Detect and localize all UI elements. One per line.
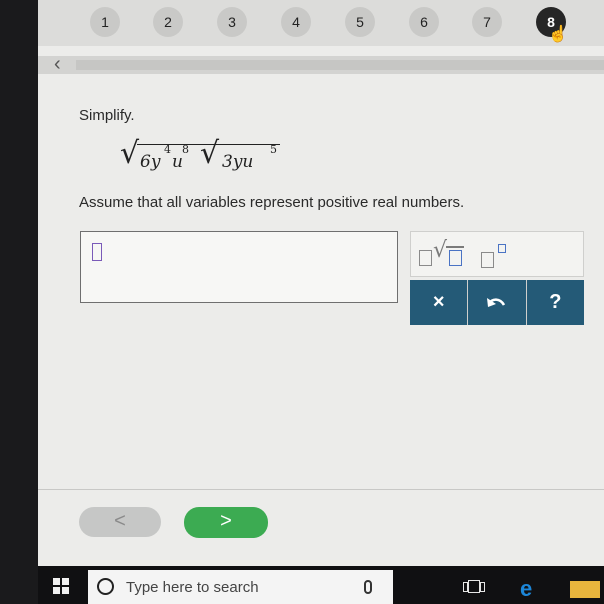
question-7-button[interactable]: 7 [472, 7, 502, 37]
file-explorer-icon[interactable] [570, 581, 600, 598]
problem-instruction: Simplify. [79, 107, 135, 124]
exam-screen: 1 2 3 4 5 6 7 8 ☝ ‹ Simplify. √ 6y 4 u 8… [38, 0, 604, 566]
radical-with-coefficient-icon[interactable]: √ [419, 238, 471, 270]
chevron-left-icon[interactable]: ‹ [54, 53, 61, 76]
radical-sign-icon: √ [200, 136, 220, 171]
action-bar: × ? [410, 280, 584, 325]
footer-divider [38, 489, 604, 490]
question-6-button[interactable]: 6 [409, 7, 439, 37]
hand-cursor-icon: ☝ [548, 26, 568, 43]
previous-button[interactable]: < [79, 507, 161, 537]
task-view-icon[interactable] [463, 580, 485, 593]
question-2-button[interactable]: 2 [153, 7, 183, 37]
undo-icon [486, 297, 506, 307]
math-palette: √ [410, 231, 584, 277]
question-3-button[interactable]: 3 [217, 7, 247, 37]
question-8-button[interactable]: 8 ☝ [536, 7, 568, 43]
next-button[interactable]: > [184, 507, 268, 538]
question-navigation: 1 2 3 4 5 6 7 8 ☝ [38, 0, 604, 46]
question-1-button[interactable]: 1 [90, 7, 120, 37]
undo-button[interactable] [468, 280, 526, 325]
cortana-icon [97, 578, 114, 595]
taskbar-search[interactable]: Type here to search [88, 570, 393, 604]
radical-expression: √ 6y 4 u 8 √ 3yu 5 [120, 136, 280, 178]
edge-browser-icon[interactable]: e [520, 576, 532, 602]
windows-start-icon[interactable] [53, 578, 69, 594]
radicand1-exp1: 4 [164, 143, 171, 156]
exponent-template-icon[interactable] [481, 238, 521, 270]
windows-taskbar: Type here to search e [38, 566, 604, 604]
radicand1-coef: 6y [140, 152, 161, 172]
help-button[interactable]: ? [526, 280, 584, 325]
back-bar: ‹ [38, 53, 604, 76]
question-5-button[interactable]: 5 [345, 7, 375, 37]
search-placeholder: Type here to search [126, 579, 259, 596]
progress-stripe [76, 60, 604, 70]
radicand2-coef: 3yu [222, 152, 254, 172]
answer-input[interactable] [80, 231, 398, 303]
clear-button[interactable]: × [410, 280, 468, 325]
radical-sign-icon: √ [120, 136, 140, 171]
radicand2-exp: 5 [270, 143, 277, 156]
question-4-button[interactable]: 4 [281, 7, 311, 37]
radicand1-exp2: 8 [182, 143, 189, 156]
microphone-icon[interactable] [364, 580, 372, 594]
text-cursor [92, 243, 102, 261]
assumption-text: Assume that all variables represent posi… [79, 194, 465, 211]
